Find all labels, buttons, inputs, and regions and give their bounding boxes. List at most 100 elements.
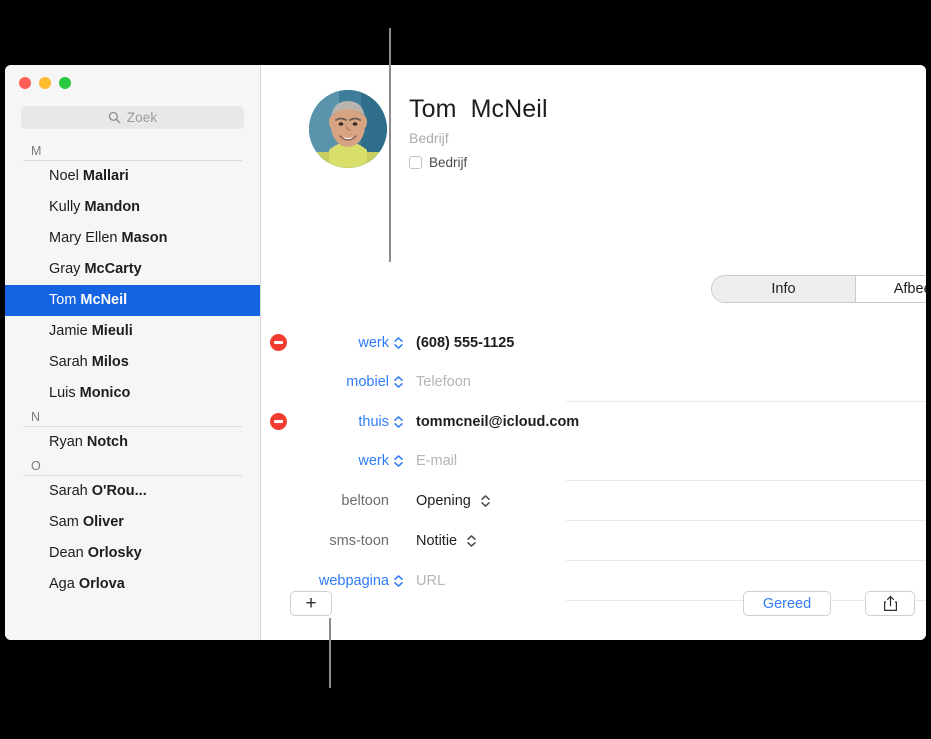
share-button[interactable] (865, 591, 915, 616)
contact-last-name: Monico (79, 385, 131, 401)
field-value-wrapper: tommcneil@icloud.com (416, 414, 579, 430)
contact-first-name: Noel (49, 168, 83, 184)
field-value-email-home[interactable]: tommcneil@icloud.com (416, 414, 579, 430)
tab-bar[interactable]: InfoAfbeelding (711, 275, 926, 303)
contact-last-name: Notch (86, 434, 128, 450)
tab-info[interactable]: Info (712, 276, 856, 302)
field-value-email-work[interactable]: E-mail (416, 453, 457, 469)
tab-afbeelding[interactable]: Afbeelding (856, 276, 926, 302)
field-value-phone-mobile[interactable]: Telefoon (416, 374, 471, 390)
list-item[interactable]: Aga Orlova (5, 569, 260, 600)
list-item[interactable]: Mary Ellen Mason (5, 223, 260, 254)
list-item[interactable]: Luis Monico (5, 378, 260, 409)
field-label-stepper-phone-mobile[interactable] (393, 375, 404, 388)
field-value-wrapper: Notitie (416, 533, 489, 549)
remove-field-icon[interactable] (270, 334, 287, 351)
contact-first-name: Sarah (49, 483, 92, 499)
list-item[interactable]: Ryan Notch (5, 427, 260, 458)
contact-first-name: Tom (49, 292, 81, 308)
bottom-toolbar: + Gereed (261, 574, 926, 640)
chevron-up-icon (481, 494, 490, 500)
field-row-email-work: werk E-mail (261, 441, 926, 480)
field-label-text-tone: sms-toon (329, 532, 389, 549)
list-item[interactable]: Sarah Milos (5, 347, 260, 378)
section-header-m: M (31, 144, 42, 158)
avatar[interactable] (309, 90, 387, 168)
field-value-stepper-ringtone[interactable] (480, 494, 491, 507)
contact-last-name: Orlova (78, 576, 125, 592)
chevron-up-icon (394, 454, 403, 460)
field-value-stepper-text-tone[interactable] (466, 534, 477, 547)
field-value-wrapper: E-mail (416, 453, 457, 469)
company-checkbox[interactable] (409, 156, 422, 169)
chevron-down-icon (481, 501, 490, 507)
field-row-ringtone: beltoon Opening (261, 481, 926, 520)
contact-first-name: Mary Ellen (49, 230, 122, 246)
contact-list[interactable]: M Noel Mallari Kully Mandon Mary Ellen Maso… (5, 143, 260, 600)
contact-first-name: Dean (49, 545, 88, 561)
remove-field-icon[interactable] (270, 413, 287, 430)
company-field[interactable]: Bedrijf (409, 130, 548, 146)
chevron-down-icon (394, 422, 403, 428)
contact-first-name: Aga (49, 576, 79, 592)
contact-header: Tom McNeil Bedrijf Bedrijf (261, 65, 926, 170)
contact-last-name: Milos (91, 354, 129, 370)
contact-header-text: Tom McNeil Bedrijf Bedrijf (409, 90, 548, 170)
field-row-phone-mobile: mobiel Telefoon (261, 362, 926, 401)
field-row-email-home: thuis tommcneil@icloud.com (261, 402, 926, 441)
window-controls (5, 65, 260, 93)
minimize-window-button[interactable] (39, 77, 51, 89)
contact-first-name: Gray (49, 261, 85, 277)
share-icon (883, 595, 897, 611)
contact-last-name: Orlosky (87, 545, 142, 561)
list-item[interactable]: Sam Oliver (5, 507, 260, 538)
field-list: werk (608) 555-1125 mobiel Telefoon thuis tom… (261, 323, 926, 601)
list-item[interactable]: Gray McCarty (5, 254, 260, 285)
contact-last-name: Mieuli (91, 323, 133, 339)
field-value-ringtone[interactable]: Opening (416, 493, 471, 509)
field-row-phone-work: werk (608) 555-1125 (261, 323, 926, 362)
contact-first-name: Sam (49, 514, 83, 530)
close-window-button[interactable] (19, 77, 31, 89)
chevron-up-icon (394, 336, 403, 342)
contact-last-name: O'Rou... (91, 483, 147, 499)
contact-detail-pane: Tom McNeil Bedrijf Bedrijf InfoAfbeeldin… (261, 65, 926, 640)
section-header-o: O (31, 459, 41, 473)
search-input[interactable]: Zoek (21, 106, 244, 129)
contact-last-name: McNeil (80, 292, 128, 308)
contact-first-name: Kully (49, 199, 85, 215)
field-label-stepper-phone-work[interactable] (393, 336, 404, 349)
field-label-stepper-email-work[interactable] (393, 454, 404, 467)
field-value-text-tone[interactable]: Notitie (416, 533, 457, 549)
chevron-down-icon (394, 461, 403, 467)
contact-last-name: Mallari (82, 168, 129, 184)
page-title: Tom McNeil (409, 95, 548, 123)
chevron-up-icon (467, 534, 476, 540)
field-label-email-work[interactable]: werk (261, 453, 393, 469)
company-checkbox-label: Bedrijf (429, 155, 468, 170)
section-header-n: N (31, 410, 41, 424)
sidebar: Zoek M Noel Mallari Kully Mandon Mary Ellen… (5, 65, 261, 640)
add-field-button[interactable]: + (290, 591, 332, 616)
list-item[interactable]: Jamie Mieuli (5, 316, 260, 347)
chevron-up-icon (394, 375, 403, 381)
list-item[interactable]: Tom McNeil (5, 285, 260, 316)
list-item[interactable]: Noel Mallari (5, 161, 260, 192)
list-item[interactable]: Sarah O'Rou... (5, 476, 260, 507)
chevron-down-icon (467, 541, 476, 547)
field-value-phone-work[interactable]: (608) 555-1125 (416, 335, 514, 351)
field-value-wrapper: Opening (416, 493, 503, 509)
contact-last-name: Mandon (84, 199, 141, 215)
field-value-wrapper: Telefoon (416, 374, 471, 390)
chevron-up-icon (394, 415, 403, 421)
field-label-phone-mobile[interactable]: mobiel (261, 374, 393, 390)
contacts-window: Zoek M Noel Mallari Kully Mandon Mary Ellen… (5, 65, 926, 640)
done-button[interactable]: Gereed (743, 591, 831, 616)
contact-photo-icon (309, 90, 387, 168)
field-label-stepper-email-home[interactable] (393, 415, 404, 428)
contact-first-name: Jamie (49, 323, 92, 339)
list-item[interactable]: Dean Orlosky (5, 538, 260, 569)
zoom-window-button[interactable] (59, 77, 71, 89)
list-item[interactable]: Kully Mandon (5, 192, 260, 223)
company-checkbox-row[interactable]: Bedrijf (409, 155, 548, 170)
